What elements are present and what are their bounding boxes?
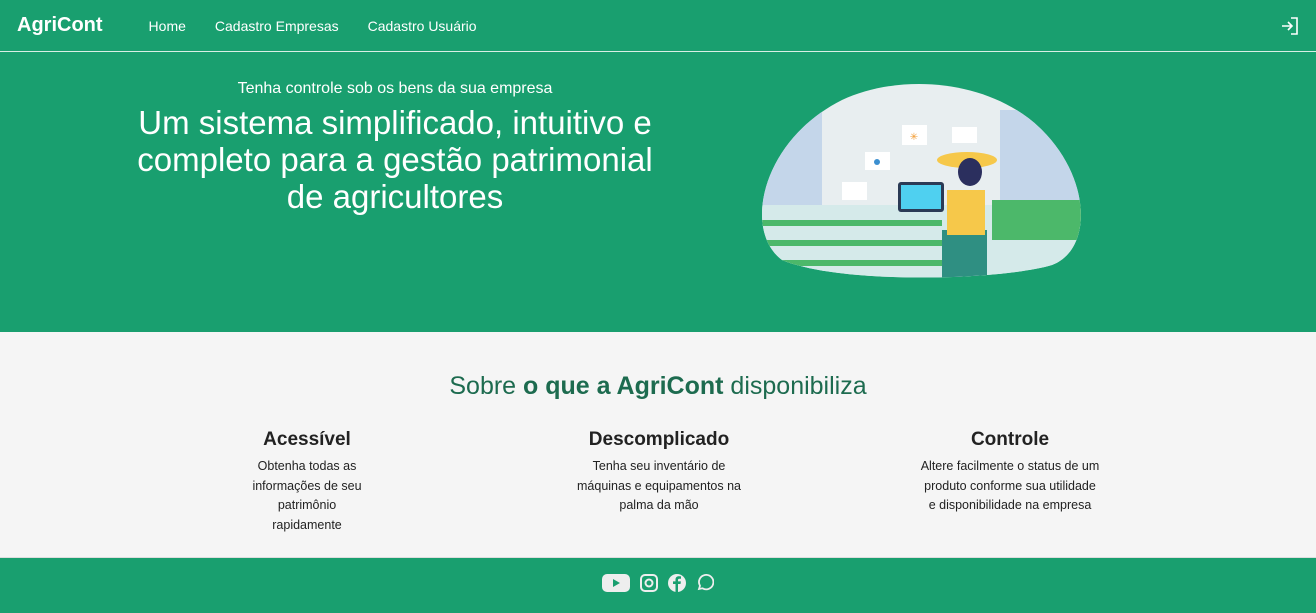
instagram-icon[interactable] xyxy=(640,574,658,597)
nav-cadastro-usuario[interactable]: Cadastro Usuário xyxy=(368,18,477,34)
hero-subtitle: Tenha controle sob os bens da sua empres… xyxy=(237,80,553,97)
footer xyxy=(0,558,1316,613)
youtube-icon[interactable] xyxy=(602,574,630,597)
hero-title: Um sistema simplificado, intuitivo e com… xyxy=(137,104,653,215)
brand-logo[interactable]: AgriCont xyxy=(17,14,103,37)
whatsapp-icon[interactable] xyxy=(696,574,715,597)
svg-text:✳: ✳ xyxy=(910,132,918,143)
about-section: Sobre o que a AgriCont disponibiliza Ace… xyxy=(0,332,1316,558)
facebook-icon[interactable] xyxy=(668,574,686,597)
nav-home[interactable]: Home xyxy=(149,18,186,34)
hero-section: Tenha controle sob os bens da sua empres… xyxy=(0,52,1316,332)
feature-controle: Controle Altere facilmente o status de um… xyxy=(920,429,1100,512)
farmer-tablet-illustration: ✳ xyxy=(762,84,1081,278)
navbar: AgriCont Home Cadastro Empresas Cadastro… xyxy=(0,0,1316,52)
login-icon[interactable] xyxy=(1280,16,1300,36)
feature-acessivel: Acessível Obtenha todas as informações de… xyxy=(252,429,362,532)
feature-descomplicado: Descomplicado Tenha seu inventário de máq… xyxy=(577,429,742,512)
about-title: Sobre o que a AgriCont disponibiliza xyxy=(449,372,867,400)
nav-cadastro-empresas[interactable]: Cadastro Empresas xyxy=(215,18,339,34)
